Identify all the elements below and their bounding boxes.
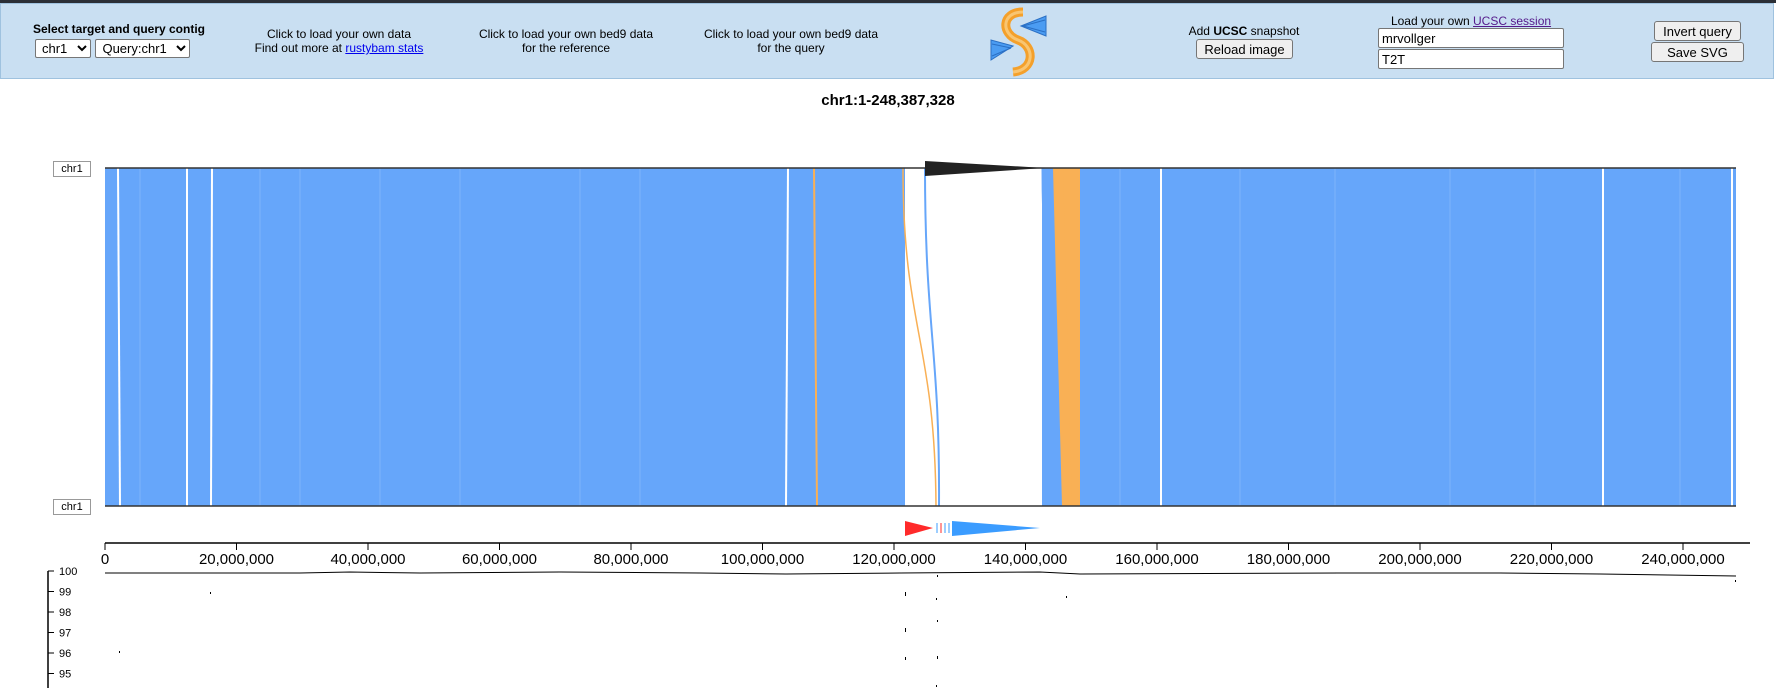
position-tick-label: 240,000,000 [1641, 551, 1724, 568]
identity-tick-label: 96 [59, 648, 71, 660]
query-annotation-blue-arrow [952, 521, 1040, 536]
identity-axis-ticks: 100 99 98 97 96 95 [48, 566, 77, 681]
alignment-block-right [1042, 168, 1736, 506]
target-chrom-label: chr1 [53, 161, 91, 177]
position-tick-label: 120,000,000 [852, 551, 935, 568]
query-annotation-small-marks [936, 523, 950, 533]
alignment-block-left [105, 168, 905, 506]
identity-dots [119, 575, 1736, 687]
position-tick-label: 80,000,000 [593, 551, 668, 568]
query-annotation-red-arrow [905, 521, 933, 536]
identity-trace [105, 571, 1737, 577]
position-tick-label: 140,000,000 [984, 551, 1067, 568]
position-tick-label: 40,000,000 [330, 551, 405, 568]
identity-tick-label: 95 [59, 669, 71, 681]
position-tick-label: 220,000,000 [1510, 551, 1593, 568]
position-tick-label: 160,000,000 [1115, 551, 1198, 568]
identity-tick-label: 99 [59, 587, 71, 599]
position-tick-label: 20,000,000 [199, 551, 274, 568]
position-tick-label: 60,000,000 [462, 551, 537, 568]
position-tick-label: 100,000,000 [721, 551, 804, 568]
alignment-plot: 0 20,000,000 40,000,000 60,000,000 80,000,00… [47, 161, 1750, 688]
identity-tick-label: 97 [59, 628, 71, 640]
position-tick-label: 0 [101, 551, 109, 568]
identity-tick-label: 100 [59, 566, 77, 578]
position-tick-label: 180,000,000 [1247, 551, 1330, 568]
identity-tick-label: 98 [59, 607, 71, 619]
position-axis-ticks: 0 20,000,000 40,000,000 60,000,000 80,000,00… [101, 543, 1725, 568]
position-tick-label: 200,000,000 [1378, 551, 1461, 568]
query-chrom-label: chr1 [53, 499, 91, 515]
